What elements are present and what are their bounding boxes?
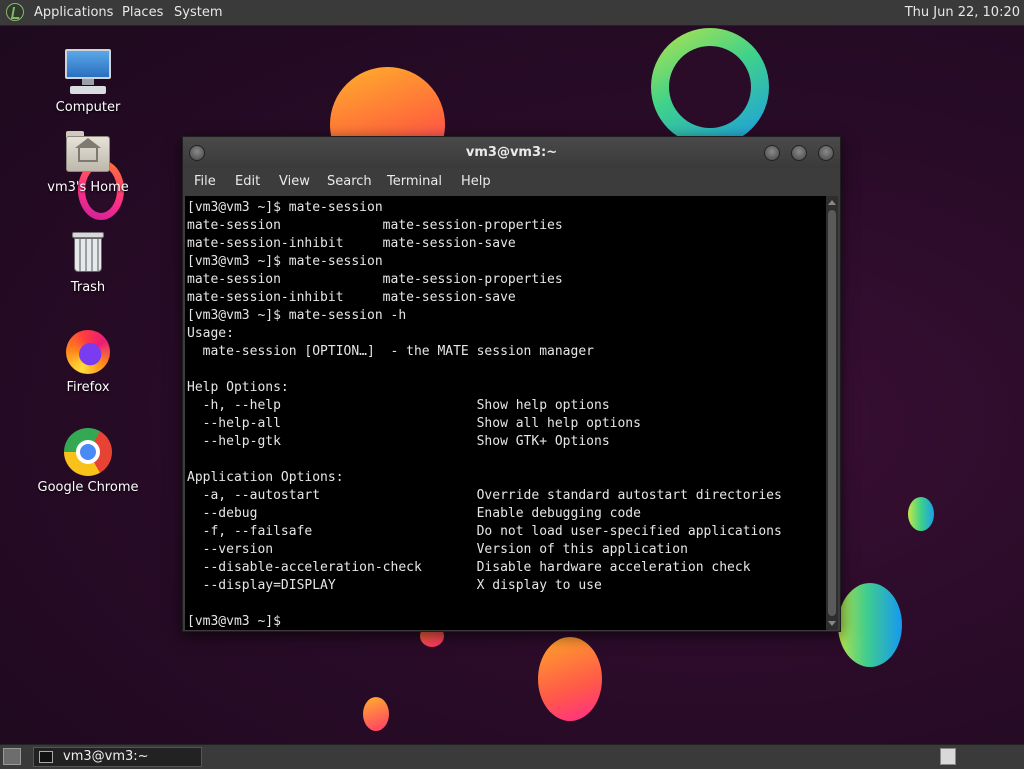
terminal-icon xyxy=(39,751,53,763)
chrome-icon xyxy=(62,426,114,478)
wallpaper-blob xyxy=(538,637,602,721)
terminal-scrollbar[interactable] xyxy=(826,196,838,630)
desktop-icon-computer[interactable]: Computer xyxy=(33,46,143,115)
menu-file[interactable]: File xyxy=(194,174,216,189)
close-button[interactable] xyxy=(818,145,834,161)
wallpaper-blob xyxy=(908,497,934,531)
desktop-icon-label: vm3's Home xyxy=(47,180,129,195)
bottom-panel: vm3@vm3:~ xyxy=(0,744,1024,769)
top-panel: Applications Places System Thu Jun 22, 1… xyxy=(0,0,1024,26)
menu-system[interactable]: System xyxy=(174,5,222,20)
workspace-switcher[interactable] xyxy=(940,748,956,765)
wallpaper-blob xyxy=(838,583,902,667)
terminal-window: vm3@vm3:~ File Edit View Search Terminal… xyxy=(182,136,841,632)
desktop-icon-label: Firefox xyxy=(66,380,110,395)
mate-logo-icon[interactable] xyxy=(6,3,24,21)
panel-clock[interactable]: Thu Jun 22, 10:20 xyxy=(905,5,1020,20)
desktop-icon-chrome[interactable]: Google Chrome xyxy=(33,426,143,495)
wallpaper-ring xyxy=(651,28,769,146)
desktop-icon-label: Computer xyxy=(55,100,121,115)
menu-edit[interactable]: Edit xyxy=(235,174,260,189)
home-folder-icon xyxy=(62,126,114,178)
wallpaper-blob xyxy=(363,697,389,731)
trash-icon xyxy=(62,226,114,278)
desktop-icon-home[interactable]: vm3's Home xyxy=(33,126,143,195)
window-menu-button[interactable] xyxy=(189,145,205,161)
taskbar-item-terminal[interactable]: vm3@vm3:~ xyxy=(33,747,202,767)
menu-terminal[interactable]: Terminal xyxy=(387,174,442,189)
firefox-icon xyxy=(62,326,114,378)
menu-applications[interactable]: Applications xyxy=(34,5,113,20)
menu-places[interactable]: Places xyxy=(122,5,163,20)
terminal-output[interactable]: [vm3@vm3 ~]$ mate-session mate-session m… xyxy=(185,196,826,630)
desktop-icon-firefox[interactable]: Firefox xyxy=(33,326,143,395)
taskbar-item-label: vm3@vm3:~ xyxy=(63,749,149,764)
menu-search[interactable]: Search xyxy=(327,174,372,189)
window-titlebar[interactable]: vm3@vm3:~ xyxy=(183,137,840,168)
desktop-icon-trash[interactable]: Trash xyxy=(33,226,143,295)
desktop-icon-label: Google Chrome xyxy=(37,480,139,495)
menu-view[interactable]: View xyxy=(279,174,310,189)
menu-help[interactable]: Help xyxy=(461,174,491,189)
scrollbar-thumb[interactable] xyxy=(828,210,836,616)
minimize-button[interactable] xyxy=(764,145,780,161)
scroll-down-icon[interactable] xyxy=(828,621,836,626)
show-desktop-icon[interactable] xyxy=(3,748,21,765)
maximize-button[interactable] xyxy=(791,145,807,161)
window-title: vm3@vm3:~ xyxy=(465,145,558,160)
scroll-up-icon[interactable] xyxy=(828,200,836,205)
computer-icon xyxy=(62,46,114,98)
desktop-icon-label: Trash xyxy=(70,280,106,295)
terminal-text: [vm3@vm3 ~]$ mate-session mate-session m… xyxy=(187,200,782,629)
terminal-menubar: File Edit View Search Terminal Help xyxy=(183,168,840,196)
